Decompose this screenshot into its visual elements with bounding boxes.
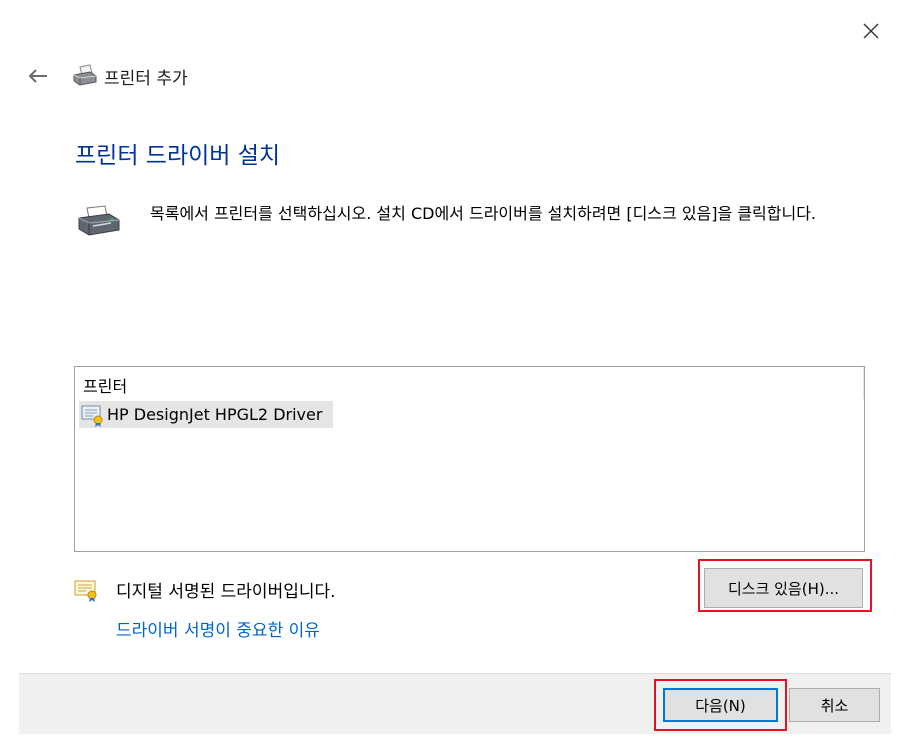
- window-title: 프린터 추가: [104, 69, 188, 89]
- close-button[interactable]: [851, 12, 891, 50]
- back-arrow-icon: [28, 69, 47, 83]
- close-icon: [863, 23, 879, 39]
- printer-icon: [73, 64, 97, 86]
- instructions-text: 목록에서 프린터를 선택하십시오. 설치 CD에서 드라이버를 설치하려면 [디…: [150, 204, 817, 223]
- printer-list[interactable]: 프린터 HP DesignJet HPGL2 Driver: [74, 366, 865, 552]
- certified-driver-icon: [81, 405, 103, 427]
- signed-driver-text: 디지털 서명된 드라이버입니다.: [116, 582, 336, 602]
- back-button[interactable]: [22, 62, 54, 90]
- highlight-box: [654, 679, 787, 731]
- add-printer-dialog: 프린터 추가 프린터 드라이버 설치 목록에서 프린터를 선택하십시오. 설치 …: [0, 0, 899, 745]
- list-divider: [863, 367, 864, 399]
- certificate-icon: [74, 580, 97, 602]
- driver-signing-link[interactable]: 드라이버 서명이 중요한 이유: [116, 616, 320, 641]
- page-heading: 프린터 드라이버 설치: [75, 143, 281, 169]
- highlight-box: [698, 559, 872, 612]
- printer-icon: [78, 205, 120, 236]
- list-item-label: HP DesignJet HPGL2 Driver: [107, 405, 323, 424]
- cancel-button[interactable]: 취소: [789, 688, 880, 722]
- list-item[interactable]: HP DesignJet HPGL2 Driver: [79, 401, 333, 428]
- list-column-header: 프린터: [83, 377, 128, 396]
